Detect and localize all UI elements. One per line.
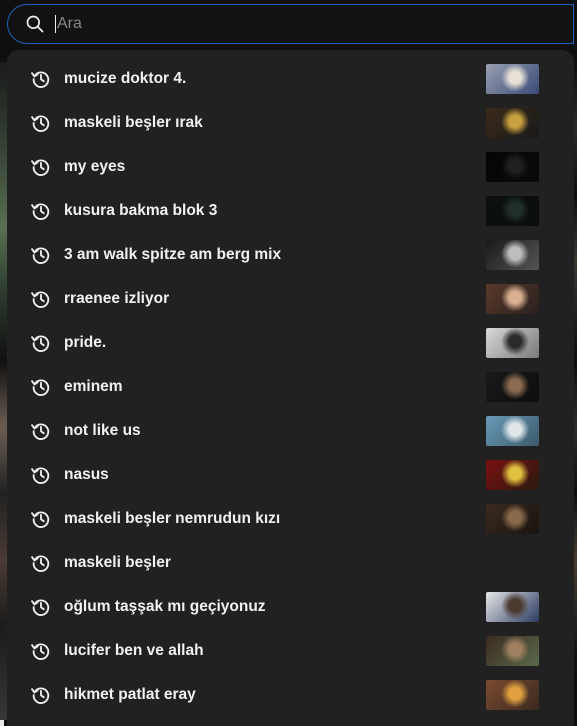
- suggestion-thumbnail: [486, 240, 539, 270]
- suggestion-thumbnail: [486, 152, 539, 182]
- suggestion-item[interactable]: maskeli beşler: [7, 541, 574, 585]
- suggestion-text: kusura bakma blok 3: [64, 202, 218, 219]
- suggestions-dropdown: mucize doktor 4. maskeli beşler ırak my ey…: [7, 50, 574, 726]
- history-icon: [30, 464, 52, 486]
- suggestion-item[interactable]: maskeli beşler nemrudun kızı: [7, 497, 574, 541]
- suggestion-text: maskeli beşler ırak: [64, 114, 203, 131]
- suggestion-item[interactable]: lucifer ben ve allah: [7, 629, 574, 673]
- suggestion-item[interactable]: mucize doktor 4.: [7, 57, 574, 101]
- suggestion-text: mucize doktor 4.: [64, 70, 187, 87]
- suggestion-item[interactable]: rraenee izliyor: [7, 277, 574, 321]
- suggestion-thumbnail: [486, 64, 539, 94]
- suggestion-item[interactable]: pride.: [7, 321, 574, 365]
- history-icon: [30, 420, 52, 442]
- history-icon: [30, 288, 52, 310]
- history-icon: [30, 156, 52, 178]
- suggestion-text: my eyes: [64, 158, 126, 175]
- history-icon: [30, 596, 52, 618]
- suggestion-item[interactable]: nasus: [7, 453, 574, 497]
- search-icon: [25, 14, 45, 34]
- suggestion-text: not like us: [64, 422, 141, 439]
- suggestion-text: maskeli beşler: [64, 554, 171, 571]
- suggestion-text: lucifer ben ve allah: [64, 642, 204, 659]
- suggestion-text: 3 am walk spitze am berg mix: [64, 246, 282, 263]
- suggestion-thumbnail: [486, 636, 539, 666]
- suggestion-thumbnail: [486, 328, 539, 358]
- suggestion-thumbnail: [486, 372, 539, 402]
- suggestion-text: rraenee izliyor: [64, 290, 170, 307]
- history-icon: [30, 200, 52, 222]
- suggestion-text: nasus: [64, 466, 109, 483]
- suggestion-item[interactable]: oğlum taşşak mı geçiyonuz: [7, 585, 574, 629]
- history-icon: [30, 684, 52, 706]
- history-icon: [30, 332, 52, 354]
- search-input[interactable]: [57, 9, 573, 39]
- suggestion-thumbnail: [486, 416, 539, 446]
- suggestion-thumbnail: [486, 284, 539, 314]
- suggestion-thumbnail: [486, 592, 539, 622]
- suggestion-thumbnail: [486, 108, 539, 138]
- suggestion-text: maskeli beşler nemrudun kızı: [64, 510, 281, 527]
- suggestion-item[interactable]: kusura bakma blok 3: [7, 189, 574, 233]
- suggestion-item[interactable]: my eyes: [7, 145, 574, 189]
- suggestion-thumbnail: [486, 196, 539, 226]
- suggestion-text: oğlum taşşak mı geçiyonuz: [64, 598, 266, 615]
- suggestion-item[interactable]: eminem: [7, 365, 574, 409]
- suggestion-item[interactable]: 3 am walk spitze am berg mix: [7, 233, 574, 277]
- suggestion-text: pride.: [64, 334, 107, 351]
- suggestion-thumbnail: [486, 504, 539, 534]
- suggestion-thumbnail: [486, 680, 539, 710]
- history-icon: [30, 640, 52, 662]
- suggestion-item[interactable]: hikmet patlat eray: [7, 673, 574, 717]
- suggestion-item[interactable]: maskeli beşler ırak: [7, 101, 574, 145]
- history-icon: [30, 552, 52, 574]
- history-icon: [30, 508, 52, 530]
- text-cursor: [55, 15, 56, 33]
- history-icon: [30, 244, 52, 266]
- suggestion-text: hikmet patlat eray: [64, 686, 196, 703]
- history-icon: [30, 112, 52, 134]
- page: mucize doktor 4. maskeli beşler ırak my ey…: [0, 0, 577, 726]
- history-icon: [30, 376, 52, 398]
- suggestion-item[interactable]: not like us: [7, 409, 574, 453]
- suggestion-thumbnail: [486, 460, 539, 490]
- suggestion-text: eminem: [64, 378, 123, 395]
- history-icon: [30, 68, 52, 90]
- search-box[interactable]: [7, 4, 574, 44]
